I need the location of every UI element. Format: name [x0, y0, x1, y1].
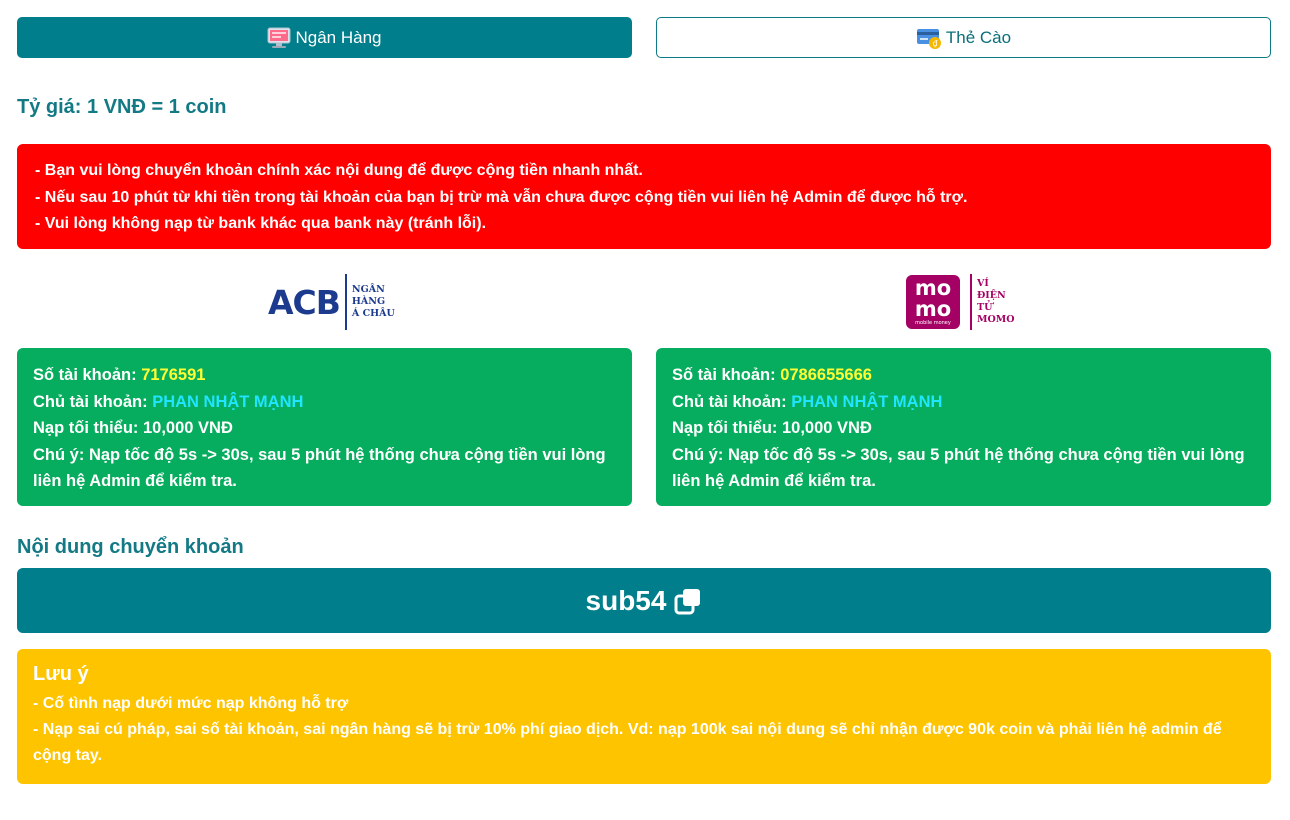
momo-logo-box: mo mo mobile money	[906, 275, 960, 329]
account-owner-label: Chủ tài khoản:	[672, 392, 787, 411]
notice-title: Lưu ý	[33, 663, 89, 685]
tab-card[interactable]: ₫ Thẻ Cào	[656, 17, 1271, 58]
acb-logo-subtitle: NGÂN HÀNG Á CHÂU	[351, 284, 395, 319]
account-number-label: Số tài khoản:	[33, 366, 137, 384]
warning-line: - Vui lòng không nạp từ bank khác qua ba…	[35, 215, 487, 232]
transfer-content-title: Nội dung chuyển khoản	[17, 536, 244, 558]
payment-method-tabs: Ngân Hàng ₫ Thẻ Cào	[17, 17, 1271, 58]
warning-line: - Bạn vui lòng chuyển khoản chính xác nộ…	[35, 162, 643, 179]
account-owner-label: Chủ tài khoản:	[33, 392, 148, 411]
account-owner: PHAN NHẬT MẠNH	[791, 392, 943, 411]
note-text: Nạp tốc độ 5s -> 30s, sau 5 phút hệ thốn…	[672, 445, 1245, 491]
min-deposit: 10,000 VNĐ	[782, 419, 872, 437]
note-text: Nạp tốc độ 5s -> 30s, sau 5 phút hệ thốn…	[33, 445, 606, 491]
note-label: Chú ý:	[672, 445, 724, 464]
tab-bank[interactable]: Ngân Hàng	[17, 17, 632, 58]
account-owner: PHAN NHẬT MẠNH	[152, 392, 304, 411]
exchange-rate: Tỷ giá: 1 VNĐ = 1 coin	[17, 96, 227, 118]
transfer-code[interactable]: sub54	[586, 585, 667, 617]
warning-line: - Nếu sau 10 phút từ khi tiền trong tài …	[35, 188, 968, 206]
notice-line: - Nạp sai cú pháp, sai số tài khoản, sai…	[33, 721, 1222, 764]
notice-box: Lưu ý - Cố tình nạp dưới mức nạp không h…	[17, 649, 1271, 784]
notice-line: - Cố tình nạp dưới mức nạp không hỗ trợ	[33, 695, 349, 712]
transfer-content-box: sub54	[17, 568, 1271, 633]
min-deposit-label: Nạp tối thiểu:	[33, 419, 139, 437]
logo-divider	[970, 274, 972, 330]
svg-text:₫: ₫	[932, 39, 937, 48]
account-number[interactable]: 0786655666	[780, 366, 872, 384]
acb-logo-word: ACB	[268, 282, 341, 322]
acb-account-info: Số tài khoản: 7176591 Chủ tài khoản: PHA…	[17, 348, 632, 506]
tab-card-label: Thẻ Cào	[945, 27, 1012, 47]
logo-divider	[344, 274, 347, 330]
min-deposit-label: Nạp tối thiểu:	[672, 419, 778, 437]
warning-alert: - Bạn vui lòng chuyển khoản chính xác nộ…	[17, 144, 1271, 249]
bank-computer-icon	[267, 26, 291, 50]
account-number[interactable]: 7176591	[141, 366, 205, 384]
scratch-card-icon: ₫	[916, 26, 942, 50]
momo-logo-subtitle: VÍ ĐIỆN TỬ MOMO	[977, 278, 1015, 325]
acb-logo: ACB NGÂN HÀNG Á CHÂU	[268, 272, 395, 332]
copy-icon[interactable]	[674, 587, 702, 615]
min-deposit: 10,000 VNĐ	[143, 419, 233, 437]
note-label: Chú ý:	[33, 445, 85, 464]
momo-logo: mo mo mobile money VÍ ĐIỆN TỬ MOMO	[906, 272, 1015, 332]
account-number-label: Số tài khoản:	[672, 366, 776, 384]
tab-bank-label: Ngân Hàng	[295, 27, 382, 47]
momo-account-info: Số tài khoản: 0786655666 Chủ tài khoản: …	[656, 348, 1271, 506]
